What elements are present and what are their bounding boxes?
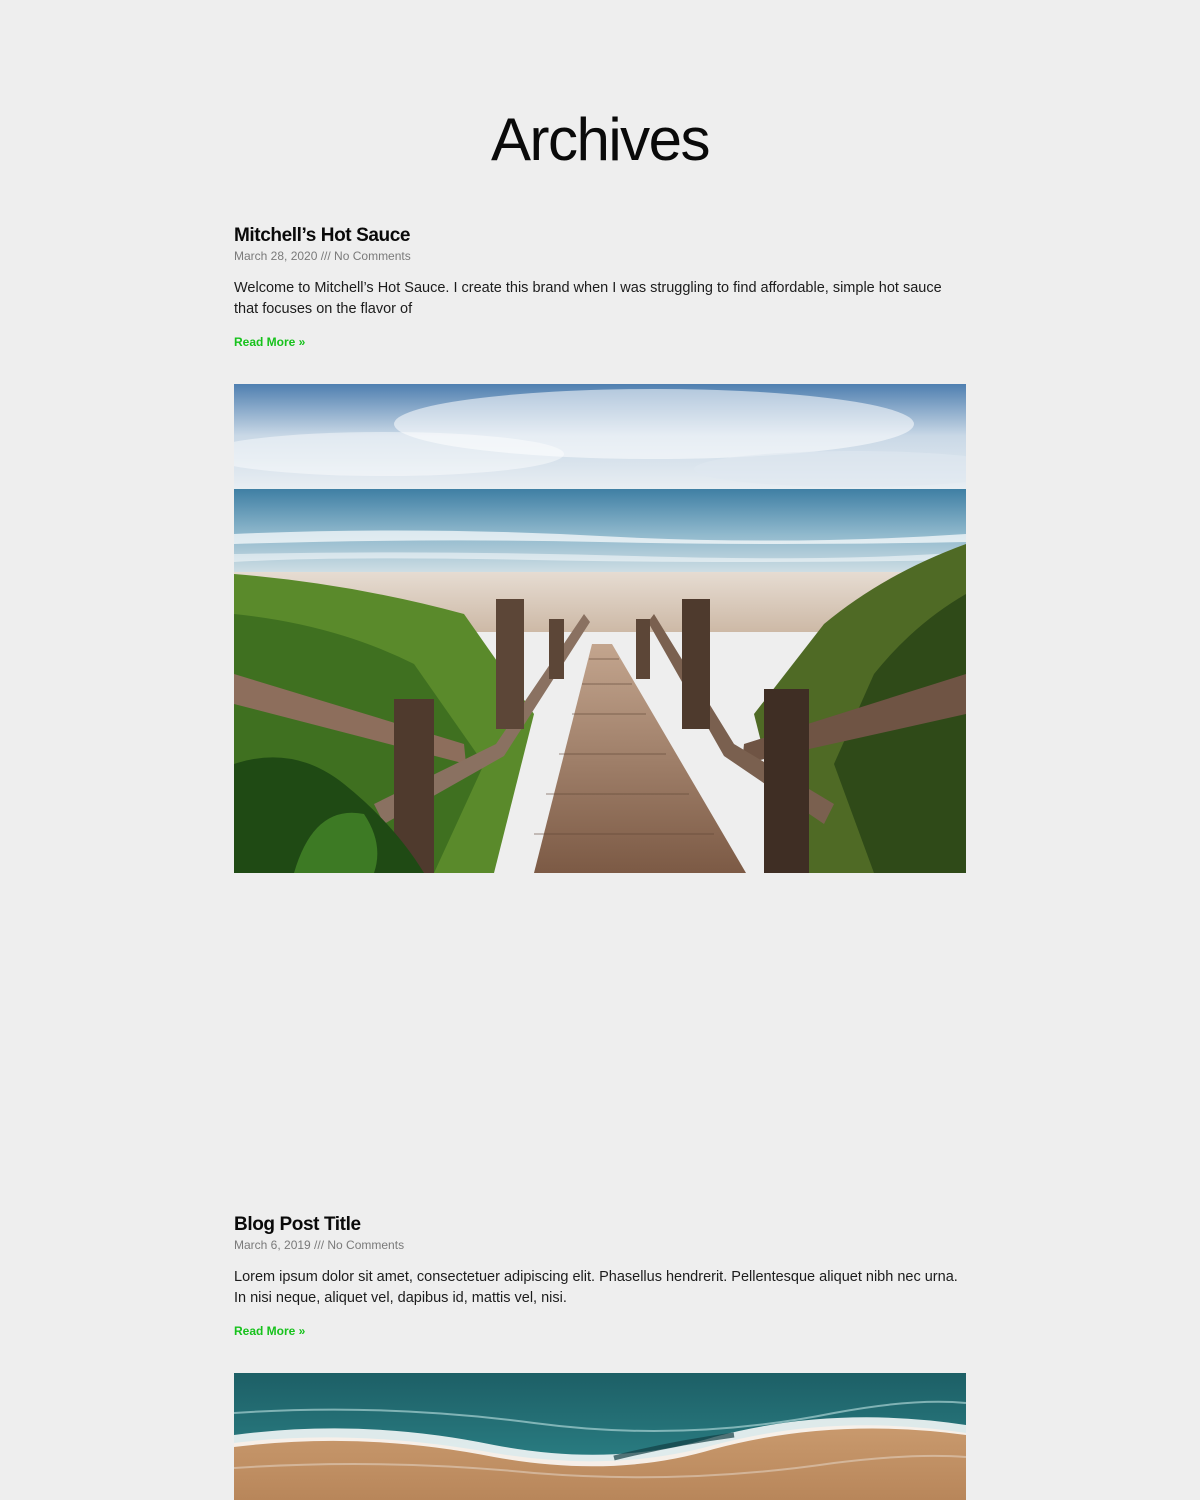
post-item: Mitchell’s Hot Sauce March 28, 2020 /// … — [234, 224, 966, 351]
post-title-link[interactable]: Blog Post Title — [234, 1213, 966, 1237]
page-title: Archives — [490, 106, 711, 173]
post-thumbnail-waves[interactable] — [234, 1373, 966, 1500]
post-excerpt: Welcome to Mitchell’s Hot Sauce. I creat… — [234, 280, 942, 317]
aerial-beach-waves-image — [234, 1373, 966, 1500]
read-more-link[interactable]: Read More » — [234, 1323, 305, 1339]
archive-page: Archives Mitchell’s Hot Sauce March 28, … — [0, 0, 1200, 1500]
post-thumbnail-boardwalk[interactable] — [234, 384, 966, 873]
post-excerpt: Lorem ipsum dolor sit amet, consectetuer… — [234, 1269, 958, 1306]
post-meta: March 28, 2020 /// No Comments — [234, 249, 411, 263]
post-meta: March 6, 2019 /// No Comments — [234, 1238, 405, 1252]
post-title-link[interactable]: Mitchell’s Hot Sauce — [234, 224, 966, 248]
beach-boardwalk-image — [234, 384, 966, 873]
post-item: Blog Post Title March 6, 2019 /// No Com… — [234, 1213, 966, 1340]
read-more-link[interactable]: Read More » — [234, 334, 305, 350]
